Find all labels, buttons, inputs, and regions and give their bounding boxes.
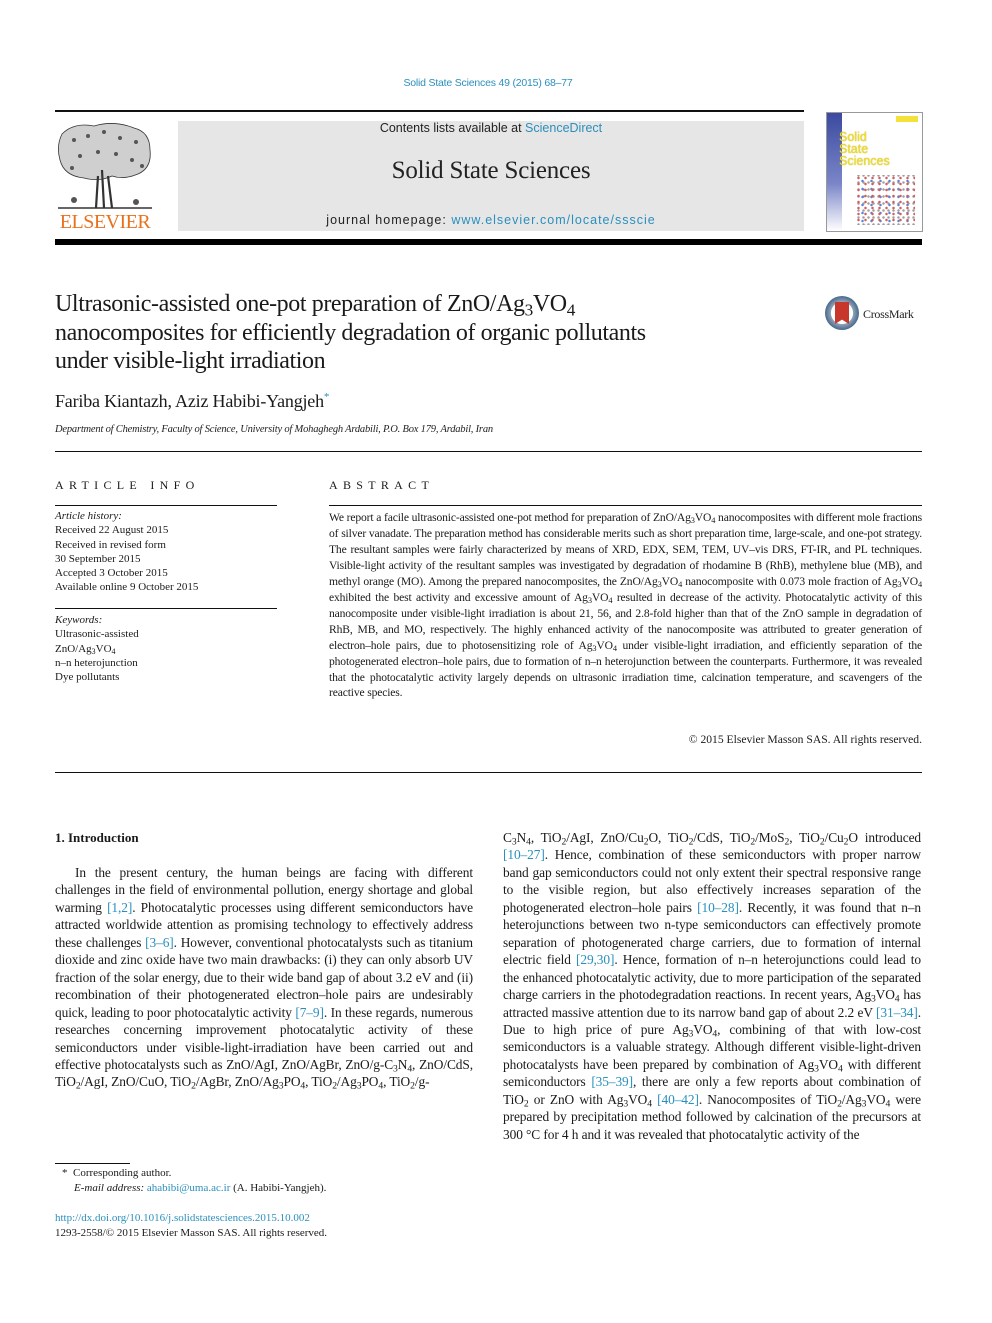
elsevier-logo[interactable]: ELSEVIER	[54, 120, 156, 234]
history-item: Available online 9 October 2015	[55, 581, 199, 594]
keywords-label: Keywords:	[55, 614, 103, 626]
crossmark-label: CrossMark	[863, 307, 914, 321]
abstract-copyright: © 2015 Elsevier Masson SAS. All rights r…	[688, 733, 922, 746]
crossmark-button[interactable]: CrossMark	[825, 296, 925, 334]
affiliation: Department of Chemistry, Faculty of Scie…	[55, 424, 493, 435]
body-column-left: In the present century, the human beings…	[55, 864, 473, 1091]
corresponding-author-note: * Corresponding author.	[62, 1167, 172, 1179]
homepage-prefix: journal homepage:	[326, 213, 452, 227]
citation-link[interactable]: [29,30]	[576, 952, 614, 967]
divider	[55, 608, 277, 609]
article-history: Article history: Received 22 August 2015…	[55, 509, 277, 595]
history-item: Received in revised form	[55, 538, 166, 551]
citation-link[interactable]: [10–28]	[697, 900, 739, 915]
issn-line: 1293-2558/© 2015 Elsevier Masson SAS. Al…	[55, 1227, 328, 1239]
history-item: Accepted 3 October 2015	[55, 567, 168, 580]
citation-link[interactable]: [7–9]	[295, 1005, 324, 1020]
title-line-2: nanocomposites for efficiently degradati…	[55, 319, 646, 346]
corresponding-author-marker[interactable]: *	[324, 391, 330, 403]
divider	[329, 505, 922, 506]
article-info-heading: ARTICLE INFO	[55, 478, 200, 492]
divider	[55, 451, 922, 452]
paragraph: In the present century, the human beings…	[55, 865, 474, 1092]
abstract-body: We report a facile ultrasonic-assisted o…	[329, 511, 923, 700]
divider	[55, 772, 922, 773]
title-line-3: under visible-light irradiation	[55, 348, 326, 374]
homepage-line: journal homepage: www.elsevier.com/locat…	[178, 213, 804, 227]
cover-illustration	[855, 175, 915, 225]
footnote-rule	[55, 1163, 130, 1164]
history-item: Received 22 August 2015	[55, 524, 169, 537]
top-rule	[55, 110, 804, 112]
keyword-item: Dye pollutants	[55, 671, 120, 684]
sciencedirect-link[interactable]: ScienceDirect	[525, 121, 602, 135]
citation-link[interactable]: [1,2]	[107, 900, 132, 915]
doi-link[interactable]: http://dx.doi.org/10.1016/j.solidstatesc…	[55, 1212, 310, 1224]
citation-link[interactable]: [35–39]	[591, 1074, 633, 1089]
cover-title: Solid State Sciences	[839, 131, 890, 168]
footnote: * Corresponding author. E-mail address: …	[62, 1166, 326, 1196]
keyword-item: ZnO/Ag3VO4	[55, 642, 116, 656]
journal-citation-link[interactable]: Solid State Sciences 49 (2015) 68–77	[0, 77, 976, 89]
journal-name: Solid State Sciences	[391, 157, 591, 184]
cover-title-line: Sciences	[839, 154, 890, 168]
paragraph: C3N4, TiO2/AgI, ZnO/Cu2O, TiO2/CdS, TiO2…	[503, 830, 922, 1142]
doi-block: http://dx.doi.org/10.1016/j.solidstatesc…	[55, 1211, 327, 1241]
email-owner: (A. Habibi-Yangjeh).	[233, 1182, 327, 1194]
divider	[55, 505, 277, 506]
email-line: E-mail address: ahabibi@uma.ac.ir (A. Ha…	[62, 1181, 326, 1196]
section-heading-introduction: 1. Introduction	[55, 830, 139, 845]
cover-tag	[896, 116, 918, 122]
keyword-item: n–n heterojunction	[55, 656, 138, 669]
elsevier-tree-icon	[58, 123, 152, 209]
header-thick-rule	[55, 239, 922, 245]
abstract-heading: ABSTRACT	[329, 478, 435, 492]
citation-link[interactable]: [3–6]	[145, 935, 174, 950]
elsevier-wordmark: ELSEVIER	[59, 211, 151, 233]
history-label: Article history:	[55, 510, 122, 522]
body-column-right: C3N4, TiO2/AgI, ZnO/Cu2O, TiO2/CdS, TiO2…	[503, 829, 921, 1143]
email-label: E-mail address:	[74, 1182, 145, 1194]
authors-text: Fariba Kiantazh, Aziz Habibi-Yangjeh	[55, 391, 324, 411]
contents-prefix: Contents lists available at	[379, 121, 526, 135]
journal-cover-image[interactable]: Solid State Sciences	[826, 112, 923, 232]
citation-link[interactable]: [40–42]	[657, 1092, 699, 1107]
homepage-link[interactable]: www.elsevier.com/locate/ssscie	[451, 213, 655, 227]
citation-link[interactable]: [10–27]	[503, 847, 545, 862]
author-list: Fariba Kiantazh, Aziz Habibi-Yangjeh*	[55, 391, 329, 412]
keywords: Keywords: Ultrasonic-assisted ZnO/Ag3VO4…	[55, 613, 277, 684]
article-title: Ultrasonic-assisted one-pot preparation …	[55, 290, 815, 376]
contents-line: Contents lists available at ScienceDirec…	[178, 121, 804, 135]
history-item: 30 September 2015	[55, 552, 141, 565]
title-line-1: Ultrasonic-assisted one-pot preparation …	[55, 291, 575, 320]
email-link[interactable]: ahabibi@uma.ac.ir	[147, 1182, 230, 1194]
keyword-item: Ultrasonic-assisted	[55, 628, 139, 641]
citation-link[interactable]: [31–34]	[876, 1005, 918, 1020]
